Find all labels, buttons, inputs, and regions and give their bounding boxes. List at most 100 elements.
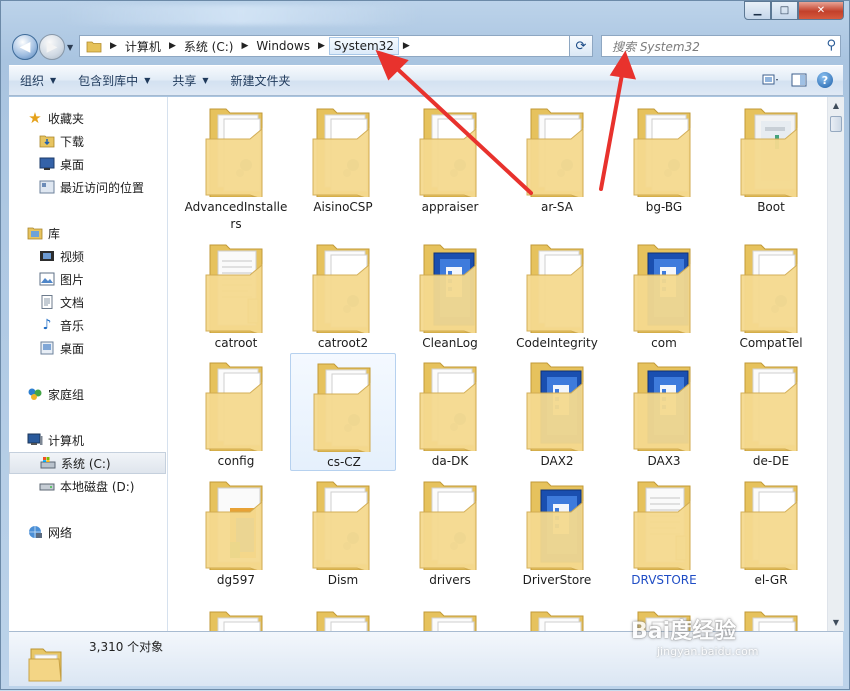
sidebar-item-label: 家庭组 — [48, 387, 85, 402]
scroll-down-icon[interactable]: ▼ — [828, 614, 844, 631]
preview-pane-button[interactable] — [789, 70, 809, 90]
organize-menu[interactable]: 组织 ▼ — [9, 69, 67, 93]
search-input[interactable] — [610, 37, 824, 57]
maximize-button[interactable]: □ — [771, 1, 798, 20]
minimize-button[interactable]: ▁ — [744, 1, 771, 20]
folder-item[interactable]: config — [183, 353, 289, 471]
homegroup-icon — [27, 386, 43, 402]
folder-item[interactable]: catroot — [183, 235, 289, 353]
address-bar[interactable]: ▶ 计算机 ▶ 系统 (C:) ▶ Windows ▶ System32 ▶ ▼ — [79, 35, 589, 57]
folder-name: bg-BG — [645, 200, 683, 214]
include-in-library-menu[interactable]: 包含到库中 ▼ — [67, 69, 161, 93]
close-button[interactable]: ✕ — [798, 1, 844, 20]
search-box[interactable]: ⚲ — [601, 35, 841, 57]
folder-name: appraiser — [421, 200, 479, 214]
forward-button[interactable]: ▶ — [39, 34, 65, 60]
breadcrumb-system32[interactable]: System32 — [328, 37, 399, 55]
folder-name: de-DE — [752, 454, 790, 468]
folder-icon — [312, 108, 370, 197]
folder-icon — [526, 108, 584, 197]
music-icon: ♪ — [42, 317, 52, 333]
breadcrumb-chevron-icon[interactable]: ▶ — [399, 41, 414, 51]
folder-item[interactable]: DAX2 — [504, 353, 610, 471]
folder-name: com — [651, 336, 677, 350]
sidebar-item-network[interactable]: 网络 — [27, 521, 183, 543]
change-view-button[interactable] — [761, 70, 781, 90]
window-controls: ▁ □ ✕ — [744, 1, 844, 20]
folder-item[interactable]: da-DK — [397, 353, 503, 471]
download-folder-icon — [39, 133, 55, 149]
folder-item[interactable]: AisinoCSP — [290, 99, 396, 217]
sidebar-item-computer[interactable]: 计算机 — [27, 429, 183, 451]
include-in-library-label: 包含到库中 — [78, 74, 139, 88]
folder-item[interactable] — [504, 602, 610, 631]
vertical-scrollbar[interactable]: ▲ ▼ — [827, 97, 844, 631]
folder-item[interactable]: DriverStore — [504, 472, 610, 590]
chevron-down-icon: ▼ — [50, 76, 57, 85]
sidebar-item-label: 收藏夹 — [48, 111, 85, 126]
folder-name: Boot — [757, 200, 785, 214]
folder-item[interactable]: el-GR — [718, 472, 824, 590]
sidebar-item-drive-c[interactable]: 系统 (C:) — [9, 452, 166, 474]
breadcrumb-chevron-icon[interactable]: ▶ — [165, 41, 180, 51]
folder-item[interactable] — [290, 602, 396, 631]
share-menu[interactable]: 共享 ▼ — [161, 69, 219, 93]
sidebar-item-favorites[interactable]: ★ 收藏夹 — [27, 107, 183, 129]
folder-item[interactable]: appraiser — [397, 99, 503, 217]
folder-item[interactable]: DAX3 — [611, 353, 717, 471]
sidebar-item-label: 视频 — [60, 249, 85, 264]
back-button[interactable]: ◀ — [12, 34, 38, 60]
folder-item[interactable]: de-DE — [718, 353, 824, 471]
folder-icon — [526, 362, 584, 451]
folder-icon — [28, 648, 62, 682]
folder-item[interactable] — [397, 602, 503, 631]
folder-item[interactable] — [183, 602, 289, 631]
folder-item[interactable]: CleanLog — [397, 235, 503, 353]
watermark-brand: Bai度经验 — [631, 619, 737, 644]
folder-name: drivers — [429, 573, 471, 587]
folder-item[interactable]: CodeIntegrity — [504, 235, 610, 353]
search-icon[interactable]: ⚲ — [826, 38, 836, 53]
folder-icon — [633, 481, 691, 570]
folder-name: DriverStore — [522, 573, 592, 587]
folder-item[interactable]: com — [611, 235, 717, 353]
folder-icon — [633, 244, 691, 333]
scrollbar-thumb[interactable] — [830, 116, 842, 132]
sidebar-item-label: 计算机 — [48, 433, 85, 448]
folder-item[interactable]: CompatTel — [718, 235, 824, 353]
folder-icon — [205, 108, 263, 197]
navigation-pane: ★ 收藏夹 下载 桌面 最近访问的位置 库 视频 图片 文档 ♪ 音乐 桌面 家庭组… — [9, 97, 168, 631]
sidebar-item-label: 下载 — [60, 134, 85, 149]
folder-item[interactable]: dg597 — [183, 472, 289, 590]
breadcrumb-chevron-icon[interactable]: ▶ — [237, 41, 252, 51]
folder-item[interactable]: cs-CZ — [290, 353, 396, 471]
scroll-up-icon[interactable]: ▲ — [828, 97, 844, 114]
command-bar: 组织 ▼ 包含到库中 ▼ 共享 ▼ 新建文件夹 ? — [9, 65, 843, 96]
folder-item[interactable]: drivers — [397, 472, 503, 590]
folder-name: CodeIntegrity — [516, 336, 598, 350]
breadcrumb-chevron-icon[interactable]: ▶ — [106, 41, 121, 51]
breadcrumb-drive-c[interactable]: 系统 (C:) — [180, 38, 238, 55]
breadcrumb-windows[interactable]: Windows — [252, 39, 314, 53]
folder-item[interactable]: ar-SA — [504, 99, 610, 217]
sidebar-item-homegroup[interactable]: 家庭组 — [27, 383, 183, 405]
folder-icon — [740, 108, 798, 197]
new-folder-button[interactable]: 新建文件夹 — [220, 69, 302, 93]
folder-item[interactable]: Dism — [290, 472, 396, 590]
folder-item[interactable]: catroot2 — [290, 235, 396, 353]
folder-item[interactable]: Boot — [718, 99, 824, 217]
history-dropdown[interactable]: ▼ — [67, 43, 73, 52]
refresh-button[interactable]: ⟳ — [569, 35, 593, 57]
chevron-down-icon: ▼ — [144, 76, 151, 85]
folder-item[interactable]: AdvancedInstallers — [183, 99, 289, 231]
help-button[interactable]: ? — [817, 72, 833, 88]
breadcrumb-chevron-icon[interactable]: ▶ — [314, 41, 329, 51]
item-count: 3,310 个对象 — [89, 640, 164, 654]
sidebar-item-libraries[interactable]: 库 — [27, 222, 183, 244]
breadcrumb-computer[interactable]: 计算机 — [121, 38, 165, 55]
folder-item[interactable]: DRVSTORE — [611, 472, 717, 590]
folder-icon — [633, 362, 691, 451]
folder-name: DAX2 — [540, 454, 574, 468]
folder-icon — [205, 362, 263, 451]
folder-item[interactable]: bg-BG — [611, 99, 717, 217]
